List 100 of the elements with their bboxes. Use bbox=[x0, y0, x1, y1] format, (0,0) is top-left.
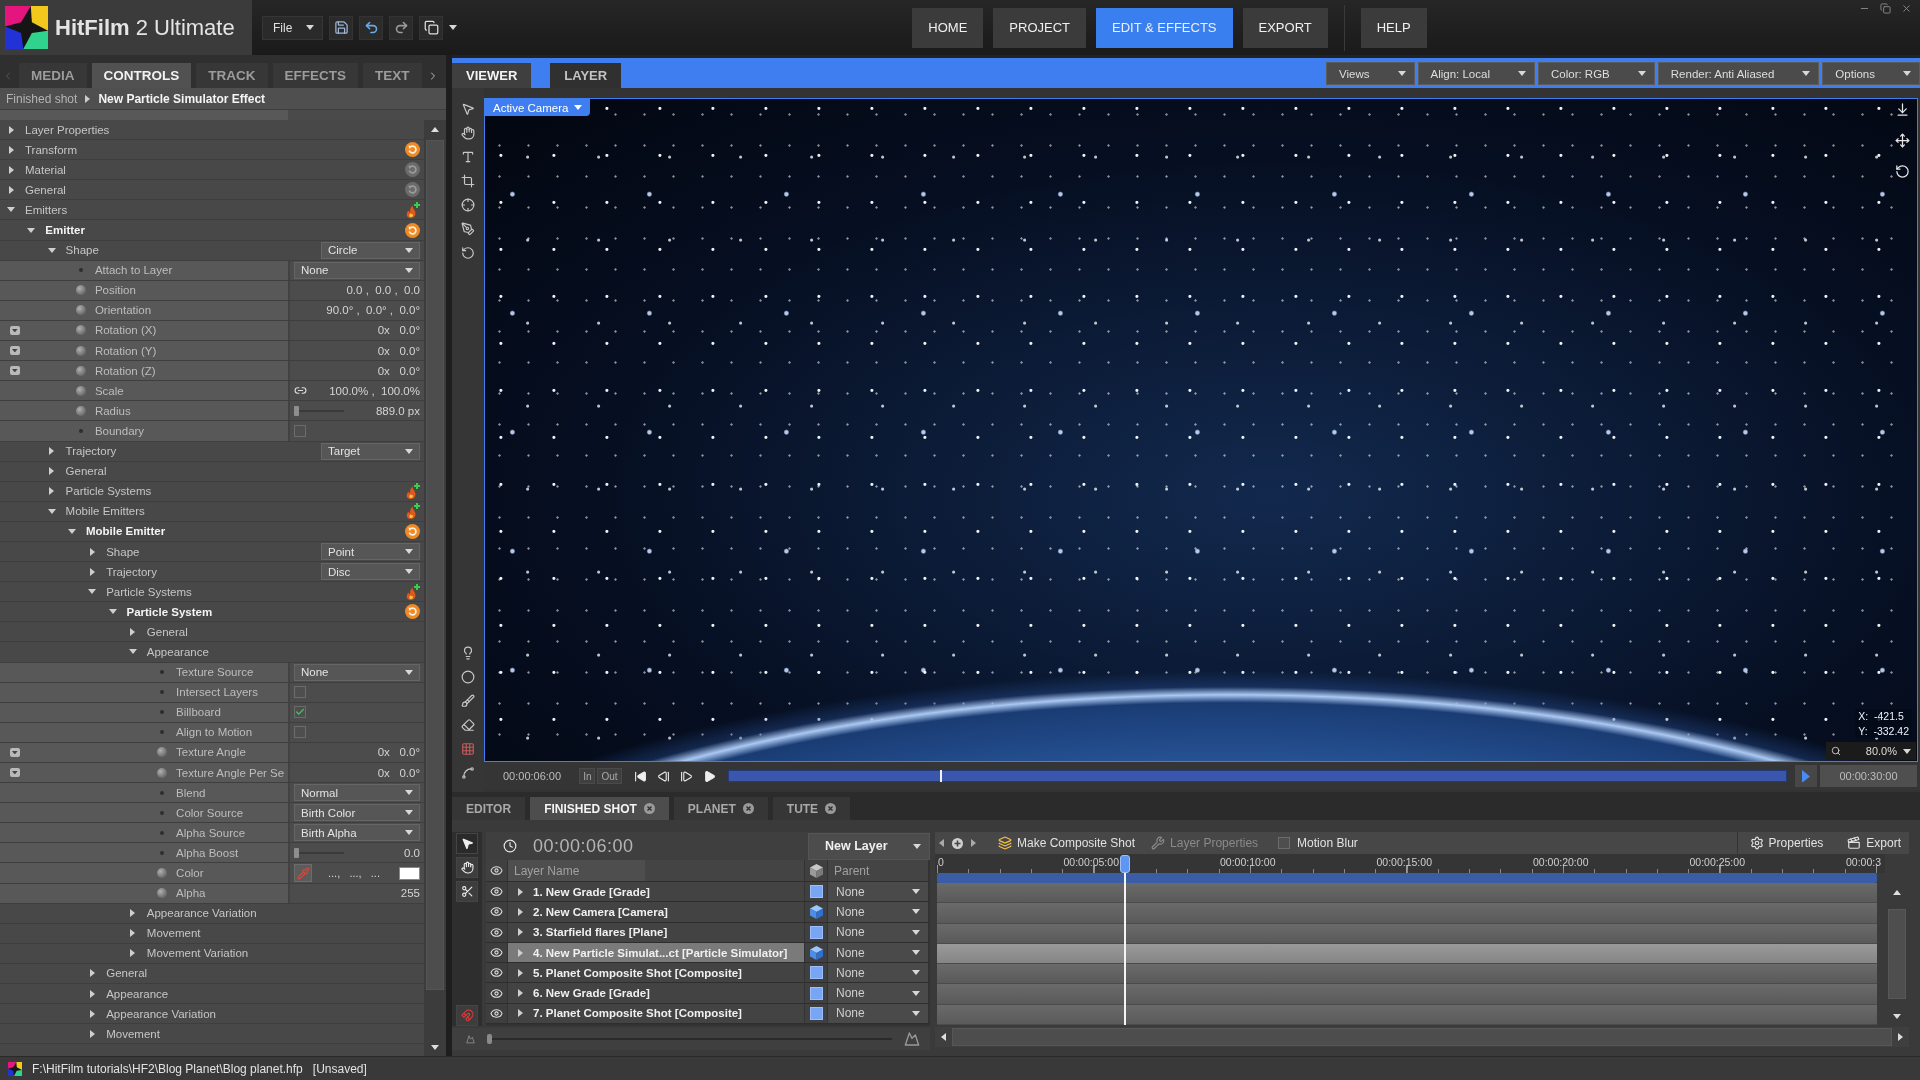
track-bar[interactable] bbox=[937, 1004, 1877, 1025]
parent-dropdown[interactable]: None bbox=[828, 983, 928, 1003]
tree-row[interactable]: Emitter bbox=[0, 220, 424, 241]
spline-icon[interactable] bbox=[461, 766, 475, 780]
restore-icon[interactable] bbox=[1880, 3, 1891, 14]
flame-plus-icon[interactable] bbox=[405, 503, 420, 520]
parent-dropdown[interactable]: None bbox=[828, 922, 928, 942]
tree-row[interactable]: Mobile Emitters bbox=[0, 501, 424, 522]
disclosure-triangle-icon[interactable] bbox=[518, 907, 523, 916]
scrollbar-thumb[interactable] bbox=[1888, 909, 1906, 999]
tree-row[interactable]: Alpha Boost 0.0 bbox=[0, 843, 424, 864]
tree-row[interactable]: Particle Systems bbox=[0, 481, 424, 502]
dropdown[interactable]: Normal bbox=[294, 784, 420, 802]
tree-row[interactable]: Emitters bbox=[0, 200, 424, 221]
plus-circle-icon[interactable] bbox=[952, 837, 963, 849]
checkbox[interactable] bbox=[294, 706, 306, 719]
scrubber-track[interactable] bbox=[727, 770, 1787, 782]
arrow-down-to-line-icon[interactable] bbox=[1895, 102, 1910, 117]
tree-row[interactable]: Attach to Layer None bbox=[0, 260, 424, 281]
parent-dropdown[interactable]: None bbox=[828, 963, 928, 983]
disclosure-triangle-icon[interactable] bbox=[8, 185, 14, 194]
tree-row[interactable]: Rotation (X) 0x 0.0° bbox=[0, 320, 424, 342]
disclosure-triangle-icon[interactable] bbox=[518, 887, 523, 896]
scissors-icon[interactable] bbox=[456, 881, 478, 902]
rotate-icon[interactable] bbox=[1895, 164, 1910, 179]
circle-icon[interactable] bbox=[461, 670, 475, 684]
tree-row[interactable]: Orientation 90.0° , 0.0° , 0.0° bbox=[0, 300, 424, 321]
disclosure-triangle-icon[interactable] bbox=[130, 909, 136, 918]
disclosure-triangle-icon[interactable] bbox=[49, 447, 55, 456]
dropdown[interactable]: None bbox=[294, 261, 420, 279]
lightbulb-icon[interactable] bbox=[461, 646, 475, 660]
disclosure-triangle-icon[interactable] bbox=[518, 948, 523, 957]
timeline-tab[interactable]: PLANET bbox=[673, 797, 768, 820]
track-bar[interactable] bbox=[937, 883, 1877, 904]
keyframe-toggle-icon[interactable] bbox=[10, 326, 20, 335]
disclosure-triangle-icon[interactable] bbox=[130, 929, 136, 938]
viewer-menu[interactable]: Options bbox=[1822, 62, 1920, 85]
viewer-menu[interactable]: Color: RGB bbox=[1538, 62, 1655, 85]
track-bar[interactable] bbox=[937, 903, 1877, 924]
move-icon[interactable] bbox=[1895, 133, 1910, 148]
tree-row[interactable]: Trajectory Disc bbox=[0, 562, 424, 583]
tree-row[interactable]: Color ..., ..., ... bbox=[0, 863, 424, 884]
reset-icon[interactable] bbox=[405, 142, 420, 158]
disclosure-triangle-icon[interactable] bbox=[89, 1029, 95, 1038]
checkbox[interactable] bbox=[294, 424, 306, 437]
close-icon[interactable] bbox=[1901, 3, 1912, 14]
playhead-handle[interactable] bbox=[1119, 855, 1130, 873]
disclosure-triangle-icon[interactable] bbox=[89, 1009, 95, 1018]
scroll-up-icon[interactable] bbox=[1893, 889, 1901, 895]
track-bar[interactable] bbox=[937, 943, 1877, 965]
previous-icon[interactable] bbox=[939, 839, 944, 847]
file-menu[interactable]: File bbox=[262, 15, 324, 40]
close-icon[interactable] bbox=[643, 803, 655, 814]
tree-row[interactable]: Alpha Source Birth Alpha bbox=[0, 823, 424, 844]
track-bar[interactable] bbox=[937, 923, 1877, 944]
tree-row[interactable]: Texture Angle 0x 0.0° bbox=[0, 742, 424, 763]
tree-row[interactable]: Color Source Birth Color bbox=[0, 803, 424, 824]
stacked-squares-icon[interactable] bbox=[419, 15, 444, 40]
disclosure-triangle-icon[interactable] bbox=[7, 207, 15, 213]
disclosure-triangle-icon[interactable] bbox=[88, 589, 97, 595]
layer-item[interactable]: 4. New Particle Simulat...ct [Particle Simulator] bbox=[508, 942, 804, 963]
dropdown[interactable]: Birth Color bbox=[294, 804, 420, 822]
pointer-icon[interactable] bbox=[456, 833, 478, 854]
dropdown[interactable]: Target bbox=[321, 442, 420, 460]
disclosure-triangle-icon[interactable] bbox=[518, 928, 523, 937]
dropdown[interactable]: Point bbox=[321, 543, 420, 560]
step-back-icon[interactable] bbox=[656, 769, 670, 783]
close-icon[interactable] bbox=[825, 803, 837, 814]
time-ruler[interactable]: 0 00:00:05:00 00:00:10:00 00:00:15:00 00:00:20:00 00:00:25:00 00:00:3 bbox=[935, 854, 1885, 873]
flame-plus-icon[interactable] bbox=[405, 201, 420, 218]
slider-thumb[interactable] bbox=[294, 405, 299, 416]
disclosure-triangle-icon[interactable] bbox=[47, 247, 56, 253]
layer-item[interactable]: 6. New Grade [Grade] bbox=[508, 983, 804, 1003]
disclosure-triangle-icon[interactable] bbox=[518, 968, 523, 977]
panel-tab[interactable]: TRACK bbox=[196, 63, 268, 88]
nav-tab[interactable]: PROJECT bbox=[993, 7, 1086, 48]
disclosure-triangle-icon[interactable] bbox=[128, 649, 137, 655]
visibility-toggle[interactable] bbox=[486, 983, 507, 1003]
timeline-tab[interactable]: FINISHED SHOT bbox=[530, 797, 669, 820]
viewer-menu[interactable]: Views bbox=[1326, 62, 1415, 85]
keyframe-toggle-icon[interactable] bbox=[10, 366, 20, 376]
panel-tab[interactable]: MEDIA bbox=[19, 63, 87, 88]
make-composite-shot-button[interactable]: Make Composite Shot bbox=[994, 836, 1140, 850]
text-tool-icon[interactable] bbox=[461, 150, 475, 164]
visibility-toggle[interactable] bbox=[486, 963, 507, 983]
track-bar[interactable] bbox=[937, 964, 1877, 985]
disclosure-triangle-icon[interactable] bbox=[89, 547, 95, 556]
parent-dropdown[interactable]: None bbox=[828, 902, 928, 922]
save-icon[interactable] bbox=[329, 15, 354, 40]
reset-icon[interactable] bbox=[405, 523, 420, 539]
layer-item[interactable]: 5. Planet Composite Shot [Composite] bbox=[508, 963, 804, 983]
redo-icon[interactable] bbox=[389, 15, 414, 40]
tree-row[interactable]: Align to Motion bbox=[0, 722, 424, 743]
scroll-left-icon[interactable] bbox=[941, 1033, 946, 1041]
panel-tab[interactable]: CONTROLS bbox=[91, 63, 192, 88]
scroll-down-icon[interactable] bbox=[431, 1044, 439, 1050]
nav-tab[interactable]: EDIT & EFFECTS bbox=[1096, 7, 1233, 48]
disclosure-triangle-icon[interactable] bbox=[89, 567, 95, 576]
eraser-icon[interactable] bbox=[461, 718, 475, 732]
layer-item[interactable]: 1. New Grade [Grade] bbox=[508, 882, 804, 902]
